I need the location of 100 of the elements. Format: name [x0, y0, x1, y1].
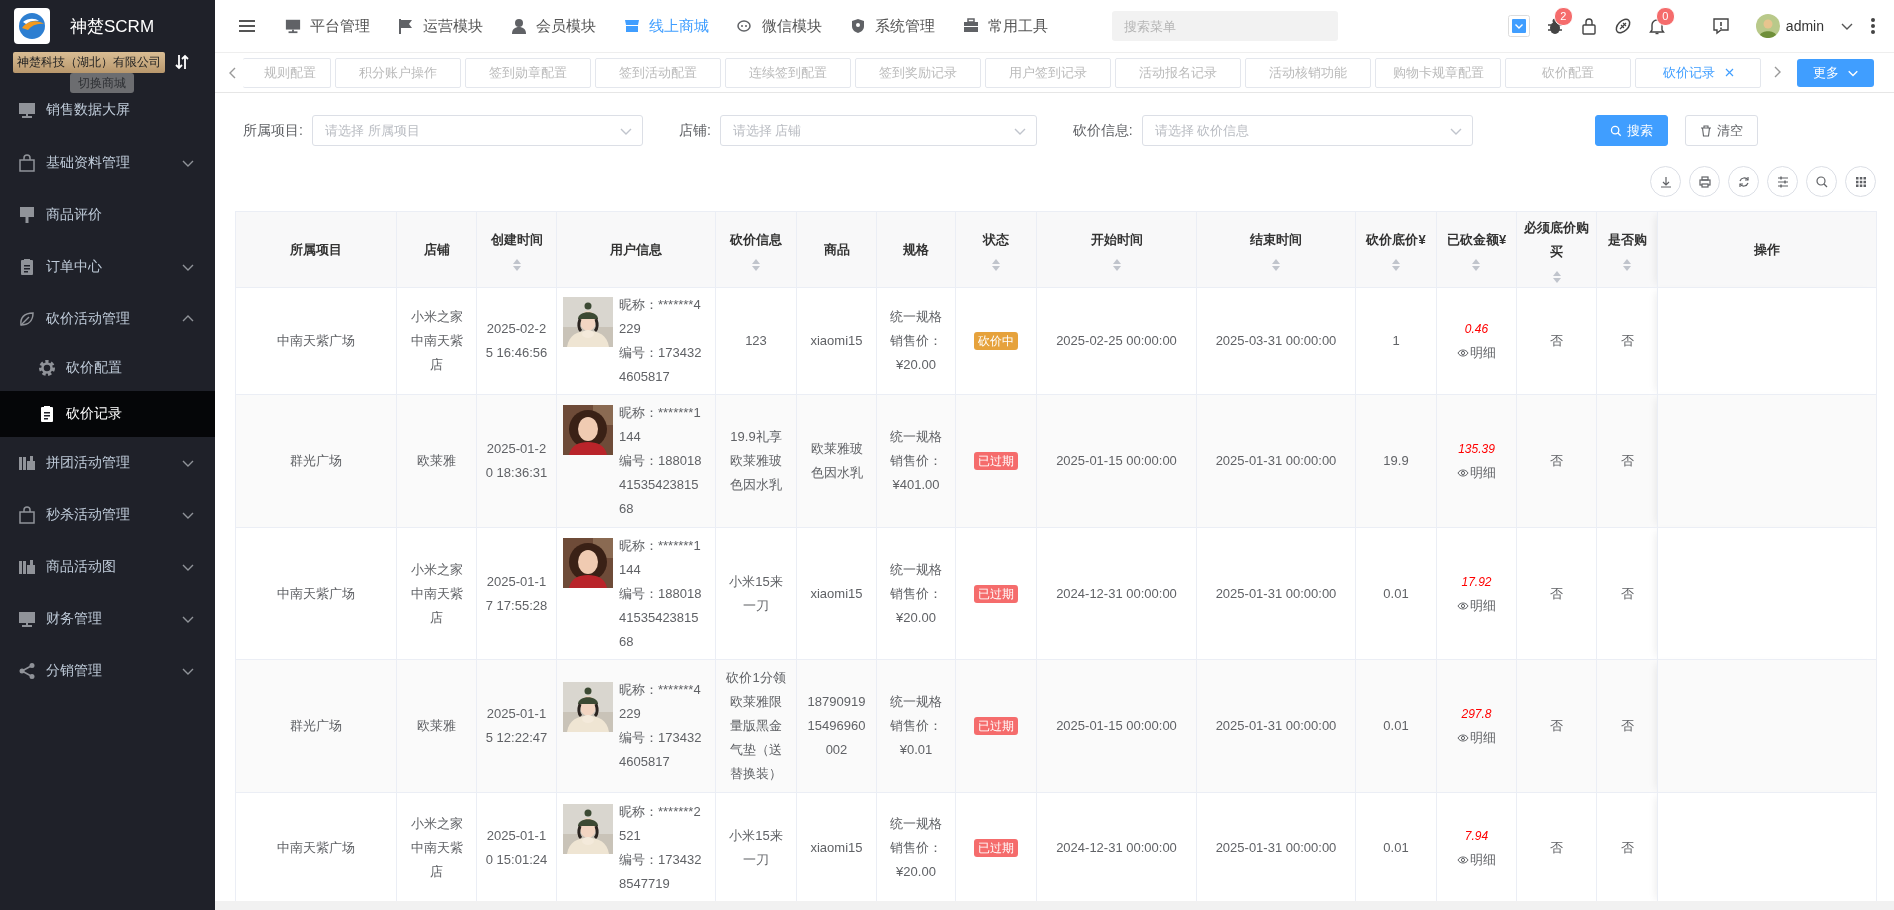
table-cell-text: 1879091915496960002 — [806, 693, 867, 759]
search-field[interactable]: 搜索菜单 — [1112, 11, 1338, 41]
download-button[interactable] — [1650, 166, 1681, 197]
settings-icon — [38, 359, 56, 377]
status-tag: 已过期 — [974, 838, 1018, 857]
column-header[interactable]: 状态 — [983, 227, 1009, 272]
table-cell-text: 2025-03-31 00:00:00 — [1214, 332, 1338, 350]
amount: 297.8 — [1461, 706, 1492, 723]
user-id: 编号：1734328547719 — [619, 850, 703, 893]
detail-link[interactable]: 明细 — [1457, 461, 1496, 485]
nickname: 昵称：*******4229 — [619, 296, 702, 338]
sidebar-item[interactable]: 秒杀活动管理 — [0, 489, 215, 541]
search-icon — [1609, 124, 1622, 137]
sidebar-item[interactable]: 基础资料管理 — [0, 137, 215, 189]
eye-icon — [1457, 600, 1469, 611]
nickname: 昵称：*******4229 — [619, 681, 702, 723]
nav-tab[interactable]: 常用工具 — [949, 6, 1062, 46]
sidebar-item[interactable]: 财务管理 — [0, 593, 215, 645]
bar-chart-icon — [18, 454, 36, 472]
search-button[interactable] — [1806, 166, 1837, 197]
refresh-button[interactable] — [1728, 166, 1759, 197]
nav-tab[interactable]: 微信模块 — [723, 6, 836, 46]
user-name[interactable]: admin — [1785, 18, 1824, 34]
avatar-icon — [1755, 14, 1780, 38]
sidebar-item[interactable]: 商品评价 — [0, 189, 215, 241]
print-button[interactable] — [1689, 166, 1720, 197]
chevron-right-icon — [1773, 65, 1781, 78]
table-cell-text: 0.01 — [1382, 717, 1410, 735]
user-icon — [511, 18, 527, 34]
detail-link[interactable]: 明细 — [1457, 726, 1496, 750]
sidebar-subitem[interactable]: 砍价配置 — [0, 345, 215, 391]
briefcase-icon — [963, 18, 979, 34]
sliders-icon — [1775, 174, 1790, 189]
table-cell-text: 小米之家中南天紫店 — [409, 814, 464, 881]
column-header[interactable]: 结束时间 — [1250, 227, 1302, 272]
select-field[interactable]: 请选择 所属项目 — [311, 115, 643, 146]
table-cell-text: 中南天紫广场 — [276, 584, 356, 603]
table-cell-text: 否 — [1549, 452, 1564, 470]
scrollbar[interactable] — [215, 901, 1894, 910]
share-icon — [18, 662, 36, 680]
sort-icon — [1391, 257, 1401, 272]
sidebar-item[interactable]: 订单中心 — [0, 241, 215, 293]
sidebar-item[interactable]: 砍价活动管理 — [0, 293, 215, 345]
sidebar-item[interactable]: 商品活动图 — [0, 541, 215, 593]
eye-icon — [1457, 468, 1469, 478]
shopping-bag-icon — [18, 506, 36, 524]
table-cell-text: 否 — [1549, 584, 1564, 603]
table-cell-text: 2025-01-15 00:00:00 — [1055, 717, 1178, 735]
table-cell-text: 小米15来一刀 — [728, 826, 784, 869]
table-cell-text: 否 — [1619, 584, 1635, 603]
nav-tab[interactable]: 会员模块 — [497, 6, 610, 46]
table-cell-text: 否 — [1619, 452, 1635, 470]
dropdown-icon — [1507, 15, 1530, 37]
notification-badge: 0 — [1655, 7, 1675, 26]
nav-tab[interactable]: 运营模块 — [384, 6, 497, 46]
table-cell-text: 2025-01-31 00:00:00 — [1214, 584, 1338, 603]
sidebar-item[interactable]: 分销管理 — [0, 645, 215, 697]
detail-link[interactable]: 明细 — [1457, 847, 1496, 872]
sidebar-item[interactable]: 拼团活动管理 — [0, 437, 215, 489]
table-cell-text: 2025-01-31 00:00:00 — [1214, 838, 1338, 857]
sort-icon — [511, 257, 522, 272]
nav-tab[interactable]: 系统管理 — [836, 6, 949, 46]
close-icon — [1724, 68, 1734, 77]
column-header: 规格 — [903, 240, 929, 259]
table-cell-text: 小米15来一刀 — [728, 572, 784, 615]
nav-tab[interactable]: 平台管理 — [271, 6, 384, 46]
monitor-icon — [285, 18, 301, 34]
sidebar-item[interactable]: 销售数据大屏 — [0, 95, 215, 125]
table-cell-text: 19.9 — [1382, 452, 1410, 470]
sort-icon — [1111, 257, 1122, 272]
print-icon — [1697, 174, 1712, 189]
table-cell-text: 2025-02-25 00:00:00 — [1055, 332, 1178, 350]
table-cell-text: 欧莱雅玻色因水乳 — [809, 440, 864, 482]
select-field[interactable]: 请选择 砍价信息 — [1141, 115, 1473, 146]
clipboard-icon — [18, 258, 36, 276]
nickname: 昵称：*******2521 — [619, 802, 702, 845]
download-icon — [1658, 174, 1673, 189]
sliders-button[interactable] — [1767, 166, 1798, 197]
column-header: 店铺 — [423, 240, 450, 259]
column-header[interactable]: 开始时间 — [1090, 227, 1143, 272]
select-field[interactable]: 请选择 店铺 — [719, 115, 1037, 146]
detail-link[interactable]: 明细 — [1457, 341, 1496, 365]
grid-icon — [1853, 174, 1868, 189]
grid-button[interactable] — [1845, 166, 1876, 197]
amount: 0.46 — [1464, 321, 1489, 338]
table-cell-text: 砍价1分领欧莱雅限量版黑金气垫（送替换装） — [725, 669, 787, 783]
column-header: 用户信息 — [610, 240, 662, 259]
user-id: 编号：1880184153542381568 — [619, 452, 703, 518]
detail-link[interactable]: 明细 — [1457, 593, 1496, 618]
table-cell-text: xiaomi15 — [809, 584, 864, 603]
more-icon — [1870, 17, 1876, 35]
status-tag: 已过期 — [974, 452, 1018, 470]
field-label: 砍价信息: — [1072, 121, 1133, 140]
shield-icon — [850, 18, 866, 34]
flag-icon — [398, 18, 414, 34]
sort-icon — [751, 257, 761, 272]
clear-button[interactable]: 清空 — [1684, 115, 1758, 146]
sidebar-subitem[interactable]: 砍价记录 — [0, 391, 215, 437]
table-cell-text: 欧莱雅 — [416, 452, 457, 470]
price: 销售价：¥0.01 — [889, 717, 943, 759]
